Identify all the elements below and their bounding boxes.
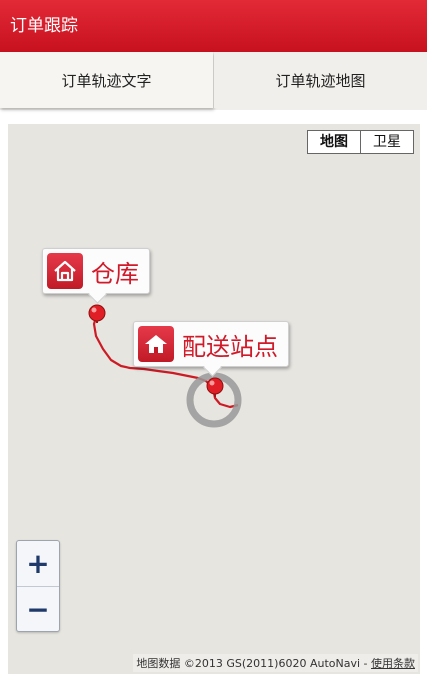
- house-icon: [138, 326, 174, 362]
- warehouse-callout[interactable]: 仓库: [42, 248, 150, 304]
- station-label: 配送站点: [182, 332, 278, 361]
- map-view[interactable]: 地图 卫星 仓库 配送站点 + − 地图数据 ©2013 GS(2011)602…: [8, 124, 420, 674]
- warehouse-pin: [88, 304, 106, 323]
- app-header: 订单跟踪: [0, 0, 427, 52]
- home-outline-icon: [47, 253, 83, 289]
- page-title: 订单跟踪: [10, 16, 78, 36]
- map-type-map-button[interactable]: 地图: [308, 131, 360, 153]
- route-overlay: [88, 304, 242, 428]
- warehouse-label: 仓库: [91, 259, 139, 288]
- tab-track-map[interactable]: 订单轨迹地图: [214, 52, 427, 108]
- map-attribution: 地图数据 ©2013 GS(2011)6020 AutoNavi - 使用条款: [133, 654, 418, 672]
- station-callout[interactable]: 配送站点: [133, 321, 289, 377]
- station-pin: [206, 377, 224, 397]
- zoom-in-button[interactable]: +: [17, 541, 59, 586]
- zoom-controls: + −: [16, 540, 60, 632]
- attribution-text: 地图数据 ©2013 GS(2011)6020 AutoNavi -: [136, 657, 371, 670]
- map-type-satellite-button[interactable]: 卫星: [360, 131, 413, 153]
- tab-bar: 订单轨迹文字 订单轨迹地图: [0, 52, 427, 110]
- map-type-toggle: 地图 卫星: [307, 130, 414, 154]
- zoom-out-button[interactable]: −: [17, 586, 59, 632]
- terms-link[interactable]: 使用条款: [371, 657, 415, 670]
- tab-track-text[interactable]: 订单轨迹文字: [0, 52, 213, 108]
